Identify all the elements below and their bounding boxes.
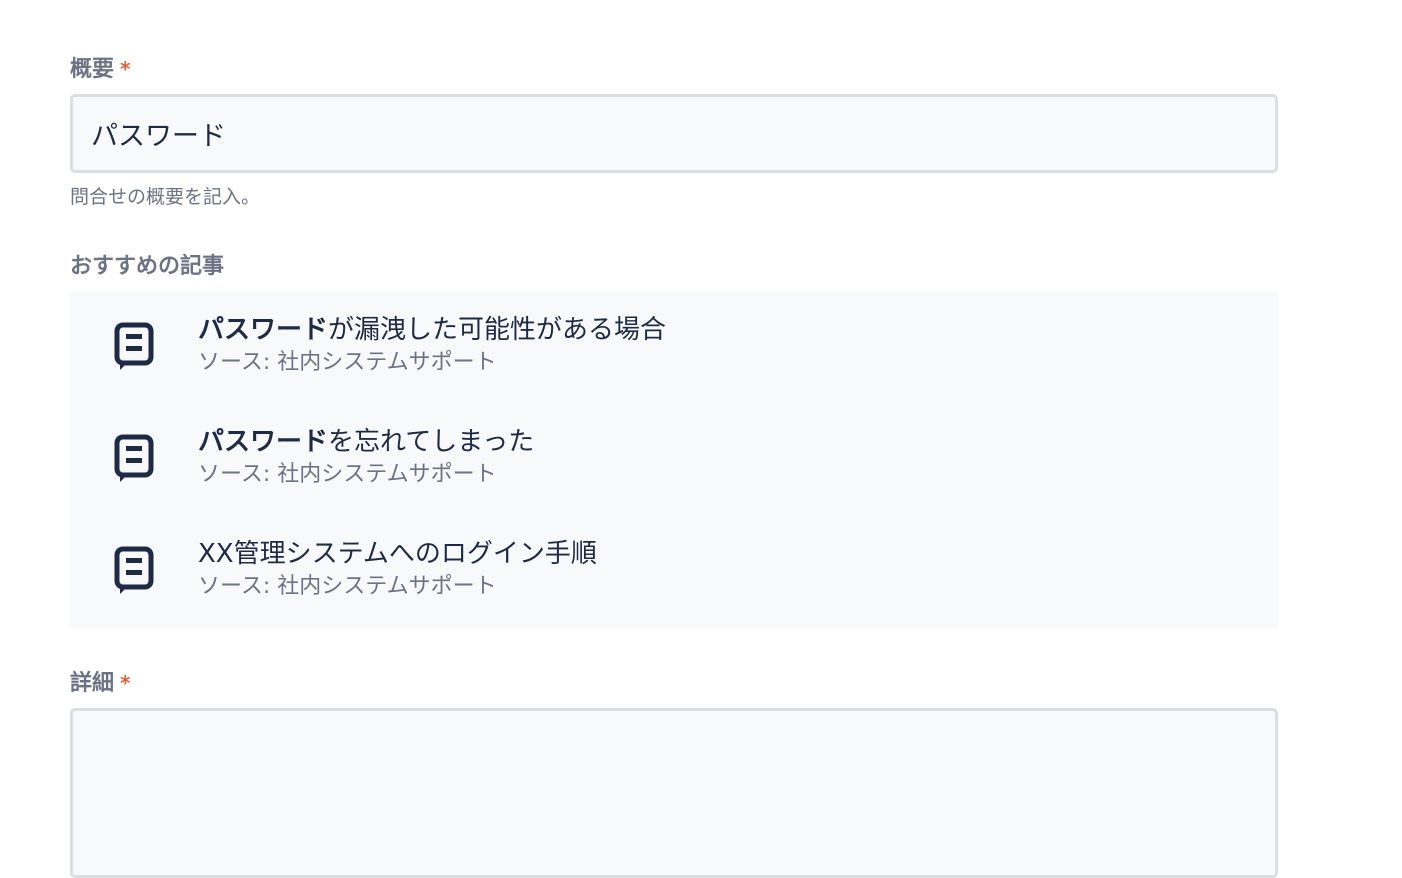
article-title[interactable]: パスワードが漏洩した可能性がある場合 [198,314,666,346]
article-title-rest: を忘れてしまった [328,427,535,457]
article-title-rest: が漏洩した可能性がある場合 [328,315,667,345]
article-source: ソース: 社内システムサポート [198,574,497,599]
article-title[interactable]: パスワードを忘れてしまった [198,426,534,458]
detail-textarea[interactable] [70,708,1278,878]
article-title-highlight: パスワード [198,315,329,345]
detail-label: 詳細 * [70,669,130,698]
summary-hint: 問合せの概要を記入。 [70,186,261,208]
suggested-article[interactable]: XX管理システムへのログイン手順 ソース: 社内システムサポート [70,516,1278,612]
article-title-highlight: パスワード [198,427,329,457]
summary-input[interactable] [70,94,1278,173]
article-source: ソース: 社内システムサポート [198,350,497,375]
detail-label-text: 詳細 [70,671,115,696]
summary-label: 概要 * [70,55,130,84]
article-icon [114,546,154,596]
article-source: ソース: 社内システムサポート [198,462,497,487]
suggested-articles-list: パスワードが漏洩した可能性がある場合 ソース: 社内システムサポート パスワード… [70,292,1278,628]
suggested-article[interactable]: パスワードが漏洩した可能性がある場合 ソース: 社内システムサポート [70,292,1278,388]
required-mark: * [120,671,131,695]
article-icon [114,322,154,372]
article-title-rest: XX管理システムへのログイン手順 [198,539,597,569]
summary-label-text: 概要 [70,57,115,82]
article-icon [114,434,154,484]
required-mark: * [120,57,131,81]
suggestions-heading: おすすめの記事 [70,254,225,279]
suggested-article[interactable]: パスワードを忘れてしまった ソース: 社内システムサポート [70,404,1278,500]
article-title[interactable]: XX管理システムへのログイン手順 [198,538,597,570]
